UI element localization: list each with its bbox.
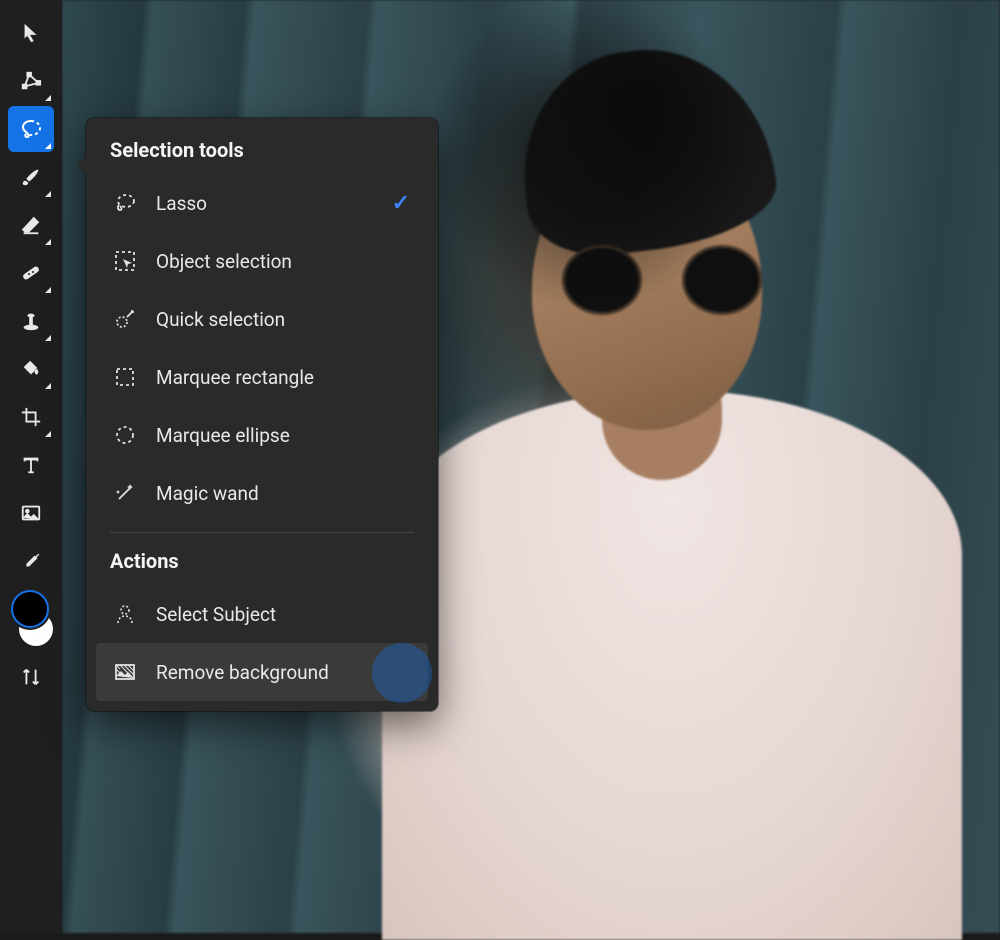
select-subject-icon (112, 601, 138, 627)
eyedropper-tool[interactable] (8, 538, 54, 584)
menu-item-label: Quick selection (156, 308, 285, 331)
lasso-icon (112, 190, 138, 216)
lasso-icon (19, 117, 43, 141)
brush-icon (20, 166, 42, 188)
menu-item-label: Marquee rectangle (156, 366, 314, 389)
crop-tool[interactable] (8, 394, 54, 440)
type-icon (20, 454, 42, 476)
remove-background-icon (112, 659, 138, 685)
foreground-color-chip[interactable] (13, 592, 47, 626)
image-icon (20, 502, 42, 524)
crop-icon (20, 406, 42, 428)
menu-item-object-selection[interactable]: Object selection (96, 232, 428, 290)
place-image-tool[interactable] (8, 490, 54, 536)
submenu-indicator-icon (45, 95, 51, 101)
eyedropper-icon (20, 550, 42, 572)
menu-item-label: Marquee ellipse (156, 424, 290, 447)
eraser-icon (20, 214, 42, 236)
click-ripple (372, 643, 432, 703)
transform-icon (20, 70, 42, 92)
menu-item-lasso[interactable]: Lasso ✓ (96, 174, 428, 232)
menu-item-label: Object selection (156, 250, 292, 273)
fill-tool[interactable] (8, 346, 54, 392)
brush-tool[interactable] (8, 154, 54, 200)
marquee-ellipse-icon (112, 422, 138, 448)
menu-item-label: Magic wand (156, 482, 259, 505)
quick-selection-icon (112, 306, 138, 332)
menu-item-marquee-rectangle[interactable]: Marquee rectangle (96, 348, 428, 406)
flyout-heading-selection: Selection tools (96, 138, 428, 174)
menu-item-label: Remove background (156, 661, 329, 684)
move-tool[interactable] (8, 10, 54, 56)
selection-tools-flyout: Selection tools Lasso ✓ Object selection… (86, 118, 438, 711)
clone-tool[interactable] (8, 298, 54, 344)
menu-item-select-subject[interactable]: Select Subject (96, 585, 428, 643)
submenu-indicator-icon (45, 383, 51, 389)
bandage-icon (19, 261, 43, 285)
submenu-indicator-icon (45, 191, 51, 197)
text-tool[interactable] (8, 442, 54, 488)
menu-item-label: Select Subject (156, 603, 276, 626)
swap-arrows-icon (20, 666, 42, 688)
submenu-indicator-icon (45, 143, 51, 149)
submenu-indicator-icon (45, 287, 51, 293)
eraser-tool[interactable] (8, 202, 54, 248)
submenu-indicator-icon (45, 431, 51, 437)
submenu-indicator-icon (45, 239, 51, 245)
flyout-heading-actions: Actions (96, 549, 428, 585)
checkmark-icon: ✓ (392, 191, 410, 216)
clone-stamp-icon (20, 310, 42, 332)
menu-item-quick-selection[interactable]: Quick selection (96, 290, 428, 348)
submenu-indicator-icon (45, 335, 51, 341)
color-swatches[interactable] (9, 592, 53, 646)
menu-item-marquee-ellipse[interactable]: Marquee ellipse (96, 406, 428, 464)
arrow-cursor-icon (20, 22, 42, 44)
swap-colors-button[interactable] (8, 654, 54, 700)
transform-tool[interactable] (8, 58, 54, 104)
menu-item-remove-background[interactable]: Remove background (96, 643, 428, 701)
menu-separator (110, 532, 414, 533)
paint-bucket-icon (20, 358, 42, 380)
magic-wand-icon (112, 480, 138, 506)
heal-tool[interactable] (8, 250, 54, 296)
lasso-tool[interactable] (8, 106, 54, 152)
object-selection-icon (112, 248, 138, 274)
menu-item-label: Lasso (156, 192, 207, 215)
tools-toolbar (0, 0, 62, 933)
menu-item-magic-wand[interactable]: Magic wand (96, 464, 428, 522)
canvas-photo-placeholder (372, 40, 962, 933)
marquee-rectangle-icon (112, 364, 138, 390)
